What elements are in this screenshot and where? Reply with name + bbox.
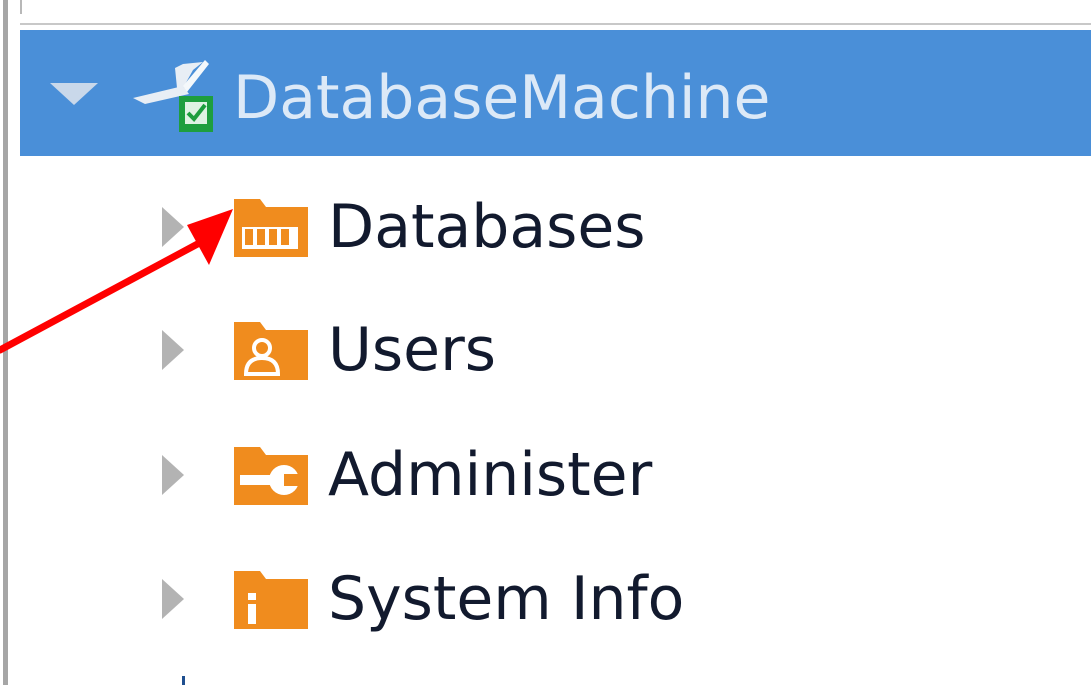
tree-node-administer[interactable]: Administer bbox=[150, 425, 1050, 525]
tree-node-label-databases[interactable]: Databases bbox=[328, 187, 646, 267]
expand-triangle-icon[interactable] bbox=[162, 207, 184, 247]
tree-node-label-administer[interactable]: Administer bbox=[328, 435, 652, 515]
expand-triangle-icon[interactable] bbox=[162, 579, 184, 619]
system-info-folder-icon bbox=[234, 571, 308, 629]
tree-node-label-system-info[interactable]: System Info bbox=[328, 559, 684, 639]
tree-connector-line bbox=[182, 676, 185, 685]
database-machine-icon bbox=[133, 60, 213, 132]
expand-triangle-icon[interactable] bbox=[162, 330, 184, 370]
expand-triangle-icon[interactable] bbox=[162, 455, 184, 495]
panel-left-border bbox=[3, 0, 8, 685]
tree-node-databases[interactable]: Databases bbox=[150, 177, 1050, 277]
tree-node-system-info[interactable]: System Info bbox=[150, 549, 1050, 649]
navigator-tree-panel: DatabaseMachine Databases Users Administ… bbox=[0, 0, 1091, 685]
administer-folder-icon bbox=[234, 447, 308, 505]
tree-node-label-root[interactable]: DatabaseMachine bbox=[233, 58, 770, 138]
tree-node-label-users[interactable]: Users bbox=[328, 310, 496, 390]
tree-node-users[interactable]: Users bbox=[150, 300, 1050, 400]
tree-divider bbox=[20, 23, 1091, 25]
collapse-triangle-icon[interactable] bbox=[50, 83, 98, 105]
tree-connector-line bbox=[20, 0, 22, 14]
databases-folder-icon bbox=[234, 199, 308, 257]
users-folder-icon bbox=[234, 322, 308, 380]
